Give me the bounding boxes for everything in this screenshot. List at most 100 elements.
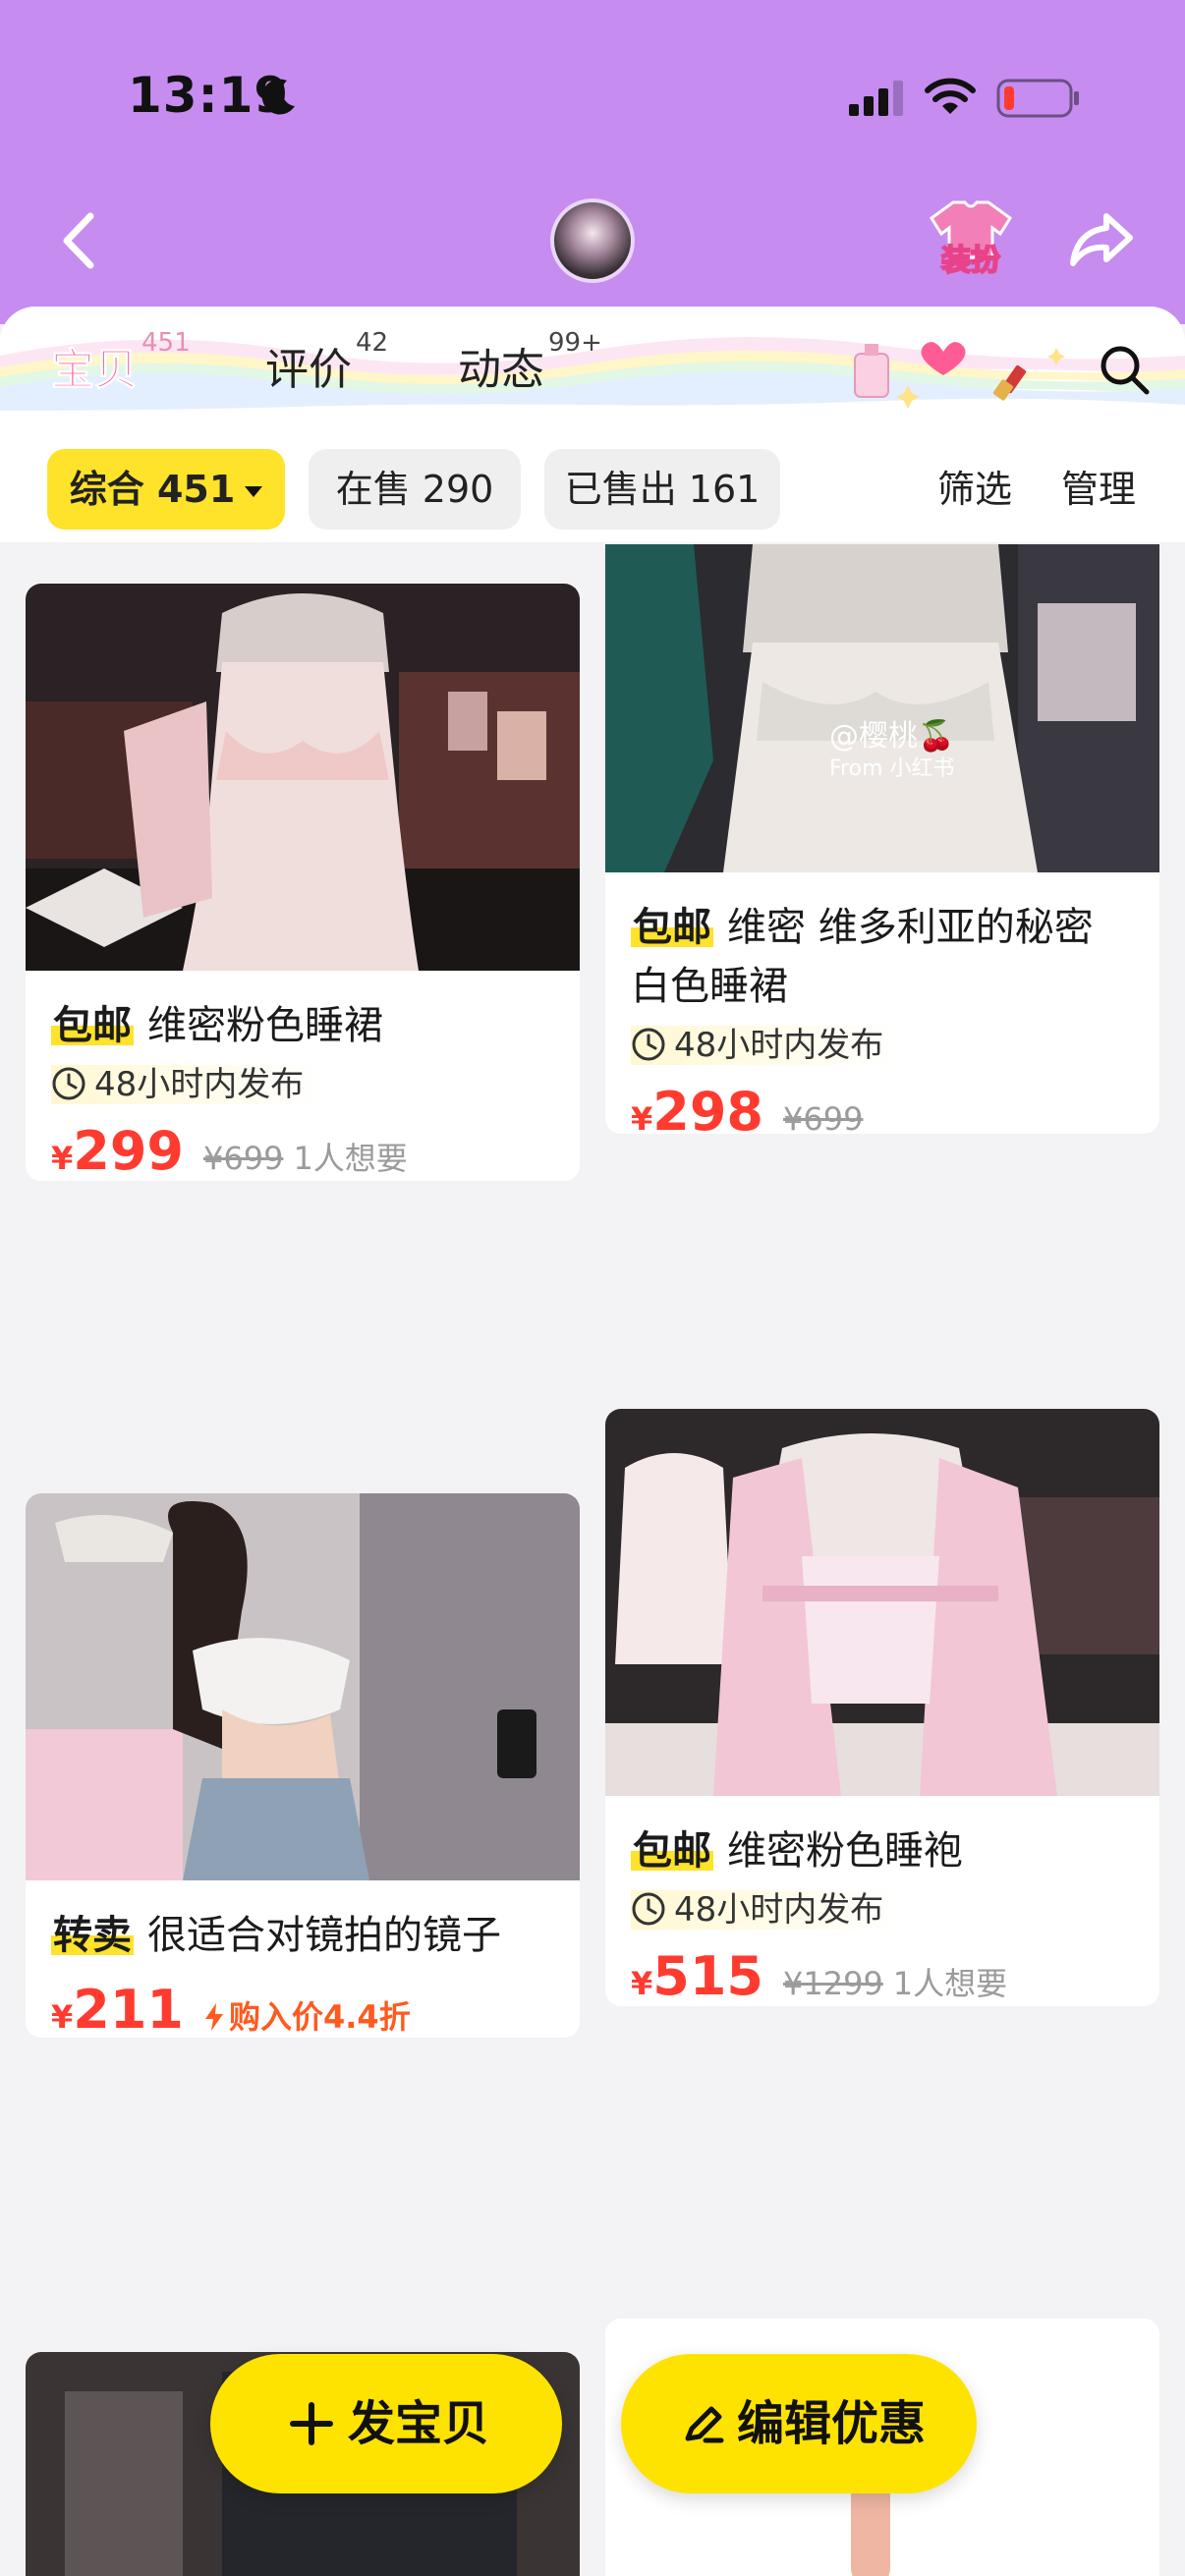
moon-icon: [261, 79, 295, 115]
product-photo: [26, 584, 580, 971]
product-title: 维密粉色睡裙: [147, 1003, 383, 1048]
resale-tag: 转卖: [51, 1913, 134, 1958]
clock-icon: [632, 1892, 665, 1926]
purchase-discount: 购入价4.4折: [229, 1998, 411, 2036]
product-title: 维密 维多利亚的秘密: [727, 905, 1094, 950]
free-shipping-tag: 包邮: [51, 1003, 134, 1048]
product-title-row: 包邮 维密 维多利亚的秘密: [631, 898, 1134, 957]
edit-discount-button[interactable]: 编辑优惠: [621, 2354, 977, 2493]
price: 211: [73, 1979, 184, 2038]
search-icon[interactable]: [1097, 342, 1152, 397]
wants-count: 1人想要: [293, 1140, 408, 1177]
product-info: 转卖 很适合对镜拍的镜子 ¥211 购入价4.4折: [26, 1880, 580, 2038]
edit-pen-icon: [685, 2406, 724, 2443]
price: 515: [652, 1945, 763, 2006]
product-title-line2: 白色睡裙: [631, 964, 788, 1009]
chip-on-sale[interactable]: 在售 290: [309, 449, 521, 530]
post-item-label: 发宝贝: [348, 2396, 490, 2451]
tab-moments-count: 99+: [548, 328, 602, 358]
product-photo: [605, 1409, 1159, 1796]
free-shipping-tag: 包邮: [631, 905, 713, 950]
product-title-row: 转卖 很适合对镜拍的镜子: [51, 1906, 554, 1965]
back-icon[interactable]: [51, 206, 110, 275]
tab-reviews-count: 42: [356, 328, 389, 358]
price-row: ¥211 购入价4.4折: [51, 1979, 554, 2038]
lightning-icon: [205, 2003, 223, 2031]
clock-icon: [52, 1067, 85, 1100]
shop-page: 13:19 装扮 宝贝451 评价42 动态99+ 综合 451 在售 290 …: [0, 0, 1185, 2576]
product-photo: [26, 1493, 580, 1880]
chip-on-sale-label: 在售 290: [335, 468, 494, 511]
product-title: 维密粉色睡袍: [727, 1828, 963, 1874]
chip-sold-label: 已售出 161: [564, 468, 761, 511]
robe-photo: [605, 1409, 1159, 1796]
tab-items[interactable]: 宝贝451: [51, 328, 191, 397]
dress-up-button[interactable]: 装扮: [926, 196, 1016, 285]
battery-icon: [996, 79, 1079, 118]
signal-icon: [849, 81, 903, 116]
tab-reviews[interactable]: 评价42: [265, 328, 388, 397]
product-card[interactable]: 包邮 维密粉色睡袍 48小时内发布 ¥515 ¥1299 1人想要: [605, 1409, 1159, 2006]
tabs-bar: 宝贝451 评价42 动态99+: [0, 307, 1185, 424]
mirror-photo: [26, 1493, 580, 1880]
product-info: 包邮 维密粉色睡裙 48小时内发布 ¥299 ¥699 1人想要: [26, 971, 580, 1181]
product-card[interactable]: 包邮 维密粉色睡裙 48小时内发布 ¥299 ¥699 1人想要: [26, 584, 580, 1181]
manage-link[interactable]: 管理: [1061, 449, 1136, 530]
content-panel: 宝贝451 评价42 动态99+ 综合 451 在售 290 已售出 161 筛…: [0, 307, 1185, 2576]
product-title: 很适合对镜拍的镜子: [147, 1913, 501, 1958]
watermark-sub: From 小红书: [829, 756, 955, 781]
wifi-icon: [925, 78, 976, 114]
wants-count: 1人想要: [892, 1965, 1008, 2002]
nav-bar: 装扮: [0, 187, 1185, 295]
price-row: ¥298 ¥699: [631, 1081, 1134, 1134]
watermark-text: @樱桃🍒: [829, 719, 955, 754]
tab-moments-label: 动态: [458, 345, 544, 395]
perfume-heart-lipstick-decoration: [854, 342, 1065, 409]
product-info: 包邮 维密 维多利亚的秘密 白色睡裙 48小时内发布 ¥298 ¥699: [605, 872, 1159, 1134]
currency-symbol: ¥: [631, 1965, 653, 2002]
header: 13:19 装扮: [0, 0, 1185, 324]
chip-sold[interactable]: 已售出 161: [544, 449, 780, 530]
price: 298: [652, 1081, 763, 1134]
product-title-row: 包邮 维密粉色睡裙: [51, 996, 554, 1055]
nightgown-photo: [26, 584, 580, 971]
avatar[interactable]: [550, 198, 635, 283]
product-photo: @樱桃🍒 From 小红书: [605, 544, 1159, 872]
sort-chip-overall[interactable]: 综合 451: [47, 449, 285, 530]
post-item-button[interactable]: 发宝贝: [210, 2354, 562, 2493]
nightgown-photo: [605, 544, 1159, 872]
publish-time-label: 48小时内发布: [94, 1065, 305, 1104]
tab-moments[interactable]: 动态99+: [458, 328, 602, 397]
caret-down-icon: [245, 486, 263, 497]
publish-time-label: 48小时内发布: [674, 1026, 884, 1065]
tab-items-label: 宝贝: [51, 345, 139, 396]
clock-icon: [632, 1028, 665, 1061]
publish-time-bg: 48小时内发布: [51, 1065, 324, 1104]
currency-symbol: ¥: [51, 1998, 74, 2036]
plus-icon: [290, 2402, 333, 2445]
dress-up-label: 装扮: [940, 243, 1001, 279]
tab-reviews-label: 评价: [265, 345, 352, 395]
currency-symbol: ¥: [631, 1100, 653, 1134]
original-price: ¥699: [783, 1100, 864, 1134]
status-bar: 13:19: [0, 59, 1185, 138]
share-icon[interactable]: [1067, 208, 1136, 271]
price-row: ¥515 ¥1299 1人想要: [631, 1945, 1134, 2006]
sort-chip-overall-label: 综合 451: [69, 468, 236, 511]
price-row: ¥299 ¥699 1人想要: [51, 1120, 554, 1181]
publish-time-label: 48小时内发布: [674, 1890, 884, 1930]
product-info: 包邮 维密粉色睡袍 48小时内发布 ¥515 ¥1299 1人想要: [605, 1796, 1159, 2006]
edit-discount-label: 编辑优惠: [737, 2396, 927, 2451]
original-price: ¥1299: [783, 1965, 883, 2002]
free-shipping-tag: 包邮: [631, 1828, 713, 1874]
product-title-row: 包邮 维密粉色睡袍: [631, 1821, 1134, 1880]
publish-time: 48小时内发布: [51, 1063, 554, 1106]
product-card[interactable]: 转卖 很适合对镜拍的镜子 ¥211 购入价4.4折: [26, 1493, 580, 2038]
currency-symbol: ¥: [51, 1140, 74, 1177]
filter-link[interactable]: 筛选: [937, 449, 1012, 530]
product-card[interactable]: @樱桃🍒 From 小红书 包邮 维密 维多利亚的秘密 白色睡裙 48小时内发布 …: [605, 544, 1159, 1134]
original-price: ¥699: [203, 1140, 284, 1177]
tab-items-count: 451: [141, 328, 191, 358]
filter-bar: 综合 451 在售 290 已售出 161 筛选 管理: [0, 424, 1185, 542]
publish-time: 48小时内发布: [631, 1024, 1134, 1067]
